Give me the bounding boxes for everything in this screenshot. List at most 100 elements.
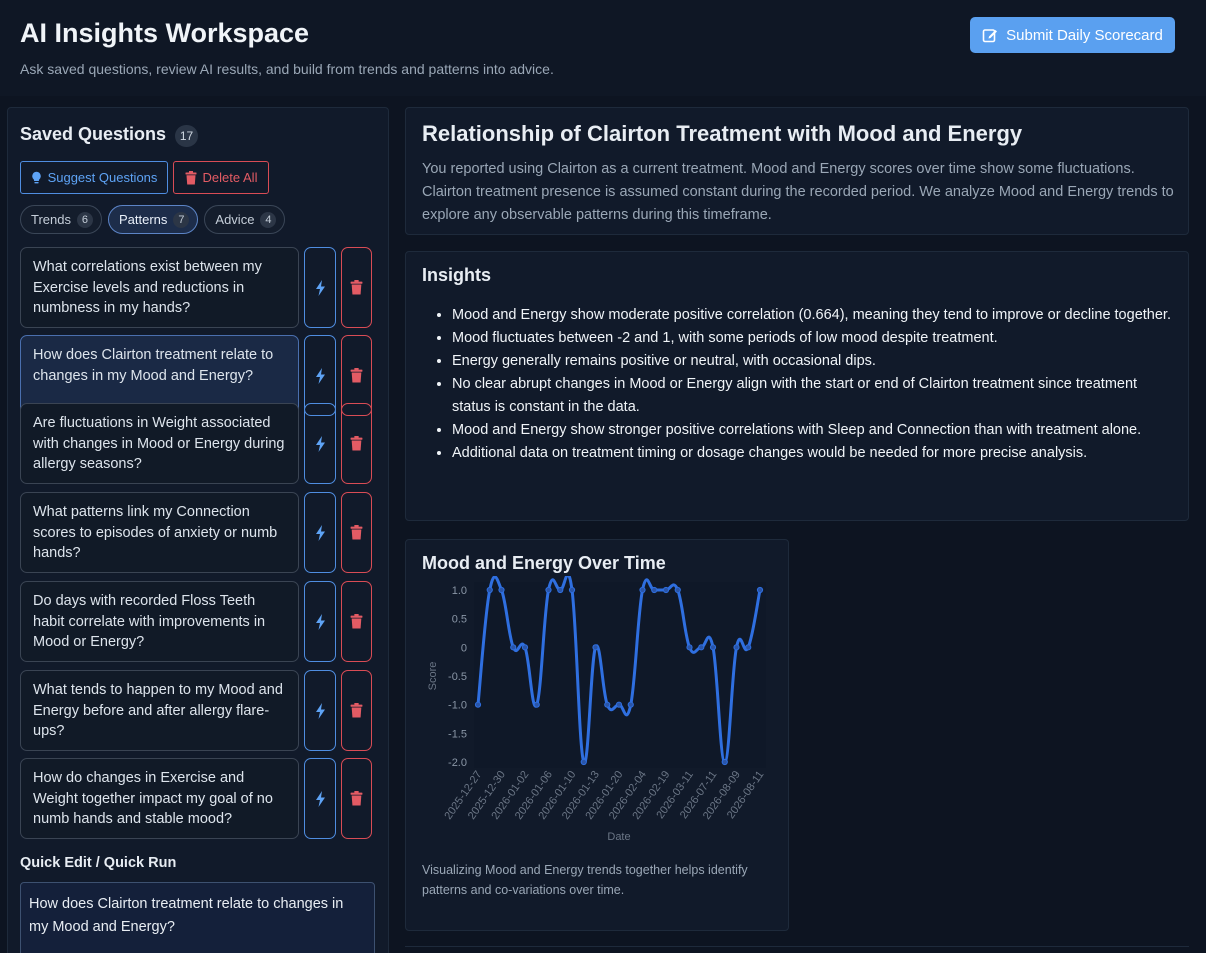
question-card[interactable]: Do days with recorded Floss Teeth habit … (20, 581, 299, 662)
page-subtitle: Ask saved questions, review AI results, … (20, 61, 554, 77)
trash-icon (350, 614, 363, 629)
lightning-icon (315, 613, 325, 630)
question-card[interactable]: What tends to happen to my Mood and Ener… (20, 670, 299, 751)
data-point (580, 758, 587, 766)
data-point (533, 701, 540, 708)
data-point (474, 701, 482, 708)
run-question-button[interactable] (304, 758, 336, 839)
data-point (568, 586, 576, 594)
run-question-button[interactable] (304, 581, 336, 662)
chart-title: Mood and Energy Over Time (422, 553, 666, 573)
delete-question-button[interactable] (341, 670, 372, 751)
edit-icon (982, 29, 998, 43)
lightning-icon (315, 367, 325, 384)
data-point (545, 586, 552, 594)
data-point (498, 586, 505, 594)
delete-question-button[interactable] (341, 247, 372, 328)
suggest-questions-label: Suggest Questions (47, 170, 158, 185)
run-question-button[interactable] (304, 670, 336, 751)
trash-icon (350, 525, 363, 540)
delete-question-button[interactable] (341, 492, 372, 573)
tab-count-badge: 7 (173, 211, 190, 228)
insight-item: Energy generally remains positive or neu… (452, 350, 1172, 373)
lightning-icon (315, 702, 325, 719)
data-point (733, 644, 740, 651)
tab-count-badge: 6 (76, 211, 93, 228)
tab-trends[interactable]: Trends 6 (20, 205, 102, 234)
lightning-icon (315, 435, 325, 452)
data-point (604, 701, 611, 708)
y-tick-label: 1.0 (452, 585, 467, 597)
data-point (721, 758, 728, 766)
suggest-questions-button[interactable]: Suggest Questions (20, 161, 168, 194)
tab-label: Advice (215, 212, 255, 227)
delete-all-button[interactable]: Delete All (173, 161, 269, 194)
tab-count-badge: 4 (260, 211, 277, 228)
question-card[interactable]: Are fluctuations in Weight associated wi… (20, 403, 299, 484)
lightbulb-icon (31, 171, 41, 183)
question-card[interactable]: What correlations exist between my Exerc… (20, 247, 299, 328)
data-point (486, 586, 493, 594)
chart-panel: Mood and Energy Over Time 1.0 0.5 0 -0.5 -1.… (405, 539, 789, 931)
question-card[interactable]: How do changes in Exercise and Weight to… (20, 758, 299, 839)
saved-questions-sidebar: Saved Questions 17 Suggest Questions Del… (7, 107, 389, 953)
lightning-icon (315, 790, 325, 807)
page-title: AI Insights Workspace (20, 18, 310, 48)
insight-item: Mood fluctuates between -2 and 1, with s… (452, 327, 1172, 350)
result-summary-panel: Relationship of Clairton Treatment with … (405, 107, 1189, 235)
saved-questions-count-badge: 17 (175, 125, 198, 147)
data-point (615, 701, 623, 708)
tab-patterns[interactable]: Patterns 7 (107, 205, 199, 234)
insights-list: Mood and Energy show moderate positive c… (452, 304, 1172, 465)
delete-question-button[interactable] (341, 403, 372, 484)
y-tick-label: -1.0 (448, 700, 467, 712)
data-point (674, 586, 681, 594)
lightning-icon (315, 279, 325, 296)
data-point (756, 586, 764, 594)
page-header: AI Insights Workspace Ask saved question… (0, 0, 1206, 96)
y-tick-label: -0.5 (448, 671, 467, 683)
x-axis-label: Date (607, 831, 630, 843)
tab-label: Trends (31, 212, 71, 227)
y-tick-label: 0 (461, 642, 467, 654)
insight-item: No clear abrupt changes in Mood or Energ… (452, 373, 1172, 419)
section-divider (405, 946, 1189, 947)
data-point (662, 586, 670, 594)
question-card[interactable]: What patterns link my Connection scores … (20, 492, 299, 573)
data-point (557, 586, 564, 594)
trash-icon (350, 280, 363, 295)
run-question-button[interactable] (304, 247, 336, 328)
run-question-button[interactable] (304, 492, 336, 573)
saved-questions-title: Saved Questions (20, 124, 167, 144)
submit-daily-scorecard-button[interactable]: Submit Daily Scorecard (970, 17, 1175, 53)
chart-caption: Visualizing Mood and Energy trends toget… (422, 863, 748, 897)
tab-advice[interactable]: Advice 4 (204, 205, 286, 234)
insight-item: Mood and Energy show moderate positive c… (452, 304, 1172, 327)
trash-icon (350, 436, 363, 451)
data-point (651, 586, 658, 594)
insight-item: Additional data on treatment timing or d… (452, 442, 1172, 465)
quick-edit-textarea[interactable]: How does Clairton treatment relate to ch… (20, 882, 375, 953)
lightning-icon (315, 524, 325, 541)
delete-question-button[interactable] (341, 758, 372, 839)
delete-question-button[interactable] (341, 581, 372, 662)
trash-icon (185, 170, 197, 184)
y-tick-label: -1.5 (448, 728, 467, 740)
submit-daily-scorecard-label: Submit Daily Scorecard (1006, 26, 1163, 44)
trash-icon (350, 368, 363, 383)
data-point (686, 644, 693, 651)
data-point (709, 644, 717, 651)
data-point (627, 701, 634, 708)
delete-all-label: Delete All (202, 170, 258, 185)
trash-icon (350, 703, 363, 718)
mood-energy-line-chart: 1.00.50-0.5-1.0-1.5-2.0Score2025-12-2720… (427, 576, 766, 843)
y-tick-label: -2.0 (448, 757, 467, 769)
data-point (639, 586, 646, 594)
run-question-button[interactable] (304, 403, 336, 484)
insights-panel: Insights Mood and Energy show moderate p… (405, 251, 1189, 521)
result-summary: You reported using Clairton as a current… (422, 161, 1174, 223)
insights-title: Insights (422, 265, 492, 285)
data-point (698, 644, 705, 651)
result-title: Relationship of Clairton Treatment with … (422, 121, 1023, 146)
data-point (510, 644, 517, 651)
